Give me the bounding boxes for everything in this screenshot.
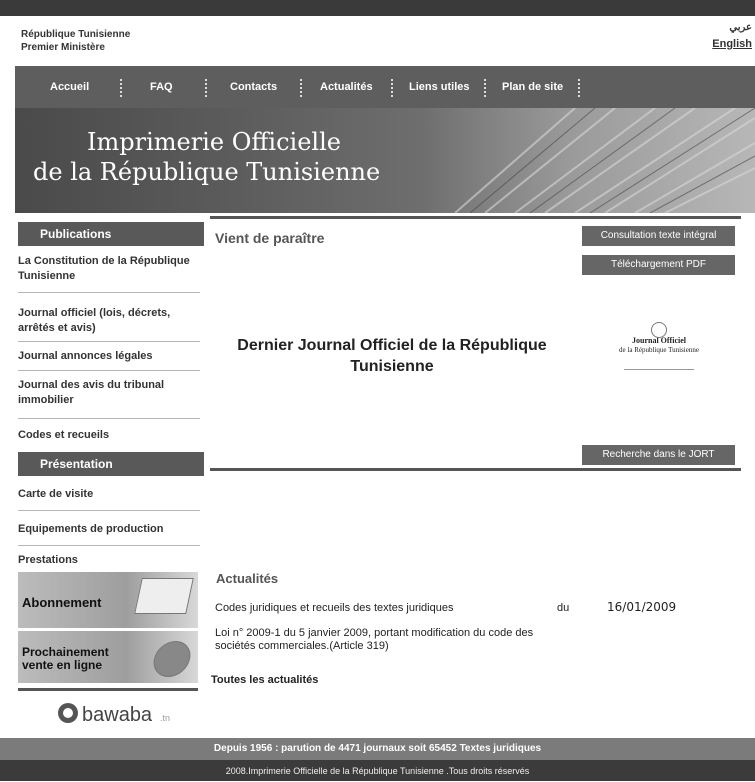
sidebar-item-equipements[interactable]: Equipements de production <box>18 522 200 537</box>
toutes-actualites-link[interactable]: Toutes les actualités <box>211 674 318 686</box>
vient-de-paraitre-heading: Vient de paraître <box>215 230 325 246</box>
news-item-du: du <box>557 602 570 614</box>
vente-label-line2: vente en ligne <box>22 658 103 672</box>
news-item-title[interactable]: Codes juridiques et recueils des textes … <box>215 602 453 615</box>
sidebar-divider <box>18 370 200 371</box>
banner-title-line2: de la République Tunisienne <box>33 158 381 186</box>
gov-line-ministry: Premier Ministère <box>21 42 105 53</box>
sidebar-divider <box>18 545 200 546</box>
nav-separator <box>391 79 393 97</box>
nav-separator <box>578 79 580 97</box>
telechargement-pdf-button[interactable]: Téléchargement PDF <box>582 255 735 275</box>
latest-journal-headline[interactable]: Dernier Journal Officiel de la Républiqu… <box>213 335 571 377</box>
emblem-icon <box>651 322 667 338</box>
site-banner: Imprimerie Officielle de la République T… <box>15 108 755 213</box>
footer-stats: Depuis 1956 : parution de 4471 journaux … <box>0 738 755 760</box>
journal-cover-thumbnail[interactable]: Journal Officiel de la République Tunisi… <box>600 320 718 392</box>
sidebar-item-prestations[interactable]: Prestations <box>18 553 200 568</box>
news-item-loi[interactable]: Loi n° 2009-1 du 5 janvier 2009, portant… <box>215 627 545 653</box>
add-to-cart-icon <box>134 578 194 614</box>
sidebar-item-tribunal-immobilier[interactable]: Journal des avis du tribunal immobilier <box>18 378 200 408</box>
vente-label-line1: Prochainement <box>22 645 109 659</box>
vente-en-ligne-banner[interactable]: Prochainement vente en ligne <box>18 631 198 683</box>
nav-item-contacts[interactable]: Contacts <box>230 66 277 108</box>
svg-text:.tn: .tn <box>160 713 170 723</box>
sidebar-item-journal-officiel[interactable]: Journal officiel (lois, décrets, arrêtés… <box>18 306 200 336</box>
bawaba-logo-link[interactable]: bawaba .tn <box>18 688 198 737</box>
news-item-date: 16/01/2009 <box>607 600 677 614</box>
nav-separator <box>300 79 302 97</box>
gov-line-republic: République Tunisienne <box>21 29 131 40</box>
sidebar-item-codes-recueils[interactable]: Codes et recueils <box>18 428 200 443</box>
nav-item-liens-utiles[interactable]: Liens utiles <box>409 66 470 108</box>
nav-item-faq[interactable]: FAQ <box>150 66 173 108</box>
window-top-bar <box>0 0 755 16</box>
nav-separator <box>484 79 486 97</box>
cover-subtitle: de la République Tunisienne <box>619 346 699 354</box>
sidebar-divider <box>18 341 200 342</box>
sidebar-item-annonces-legales[interactable]: Journal annonces légales <box>18 349 200 364</box>
language-switcher: عربي English <box>712 22 752 50</box>
actualites-heading: Actualités <box>216 571 279 586</box>
content-bottom-rule <box>210 468 741 471</box>
sidebar-item-carte-de-visite[interactable]: Carte de visite <box>18 487 200 502</box>
consultation-texte-button[interactable]: Consultation texte intégral <box>582 226 735 246</box>
nav-separator <box>120 79 122 97</box>
lang-english-link[interactable]: English <box>712 38 752 50</box>
nav-item-plan-de-site[interactable]: Plan de site <box>502 66 563 108</box>
svg-text:bawaba: bawaba <box>82 704 153 726</box>
nav-item-accueil[interactable]: Accueil <box>50 66 89 108</box>
government-header: République Tunisienne Premier Ministère <box>21 28 130 54</box>
nav-item-actualites[interactable]: Actualités <box>320 66 373 108</box>
sidebar-divider <box>18 510 200 511</box>
banner-title-line1: Imprimerie Officielle <box>87 128 341 156</box>
main-nav: Accueil FAQ Contacts Actualités Liens ut… <box>15 66 755 108</box>
footer-copyright: 2008.Imprimerie Officielle de la Républi… <box>0 760 755 781</box>
nav-separator <box>205 79 207 97</box>
sidebar-item-constitution[interactable]: La Constitution de la République Tunisie… <box>18 254 200 284</box>
bawaba-logo: bawaba .tn <box>58 703 170 726</box>
recherche-jort-button[interactable]: Recherche dans le JORT <box>582 445 735 465</box>
abonnement-banner[interactable]: Abonnement <box>18 572 198 628</box>
abonnement-label: Abonnement <box>22 595 102 610</box>
sidebar-heading-presentation: Présentation <box>18 452 204 476</box>
disc-icon <box>150 641 194 677</box>
sidebar-divider <box>18 292 200 293</box>
sidebar-heading-publications: Publications <box>18 222 204 246</box>
lang-arabic-link[interactable]: عربي <box>712 22 752 34</box>
content-top-rule <box>210 216 741 219</box>
cover-footer-line <box>624 369 694 370</box>
sidebar-divider <box>18 418 200 419</box>
